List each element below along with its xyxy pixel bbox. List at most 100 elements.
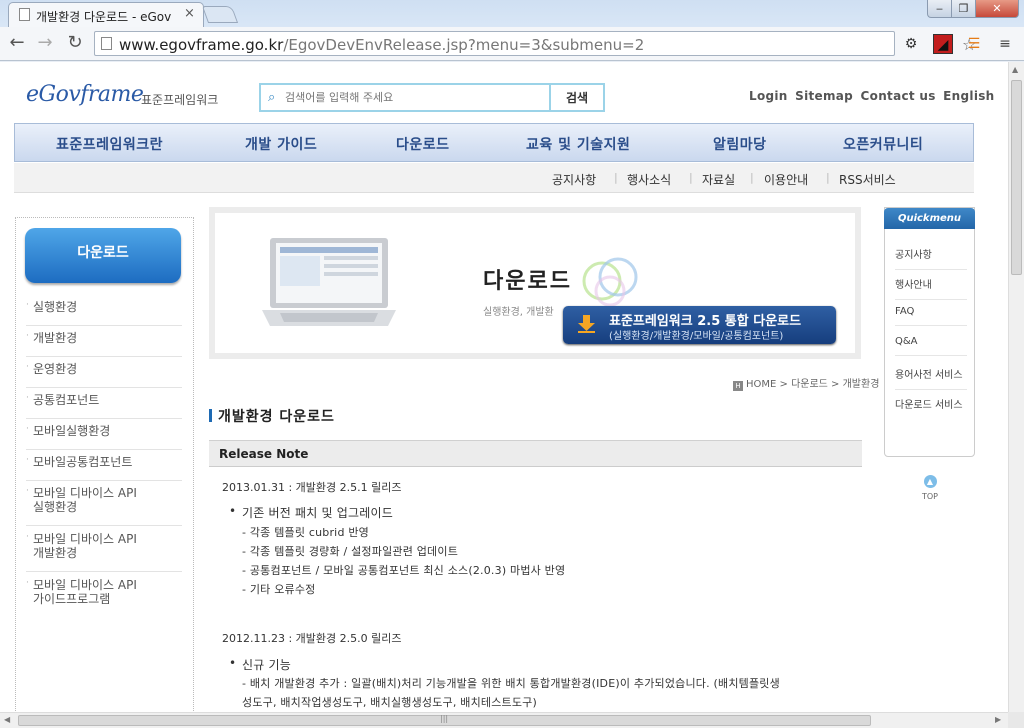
maximize-button[interactable]: ❐ [951, 0, 976, 18]
home-icon[interactable]: H [733, 381, 743, 391]
search-box: ⌕ 검색 [259, 83, 605, 112]
download-arrow-icon [578, 315, 595, 333]
minimize-button[interactable]: ‒ [927, 0, 952, 18]
subnav-archive[interactable]: 자료실 [702, 171, 735, 188]
subnav-rss[interactable]: RSS서비스 [839, 171, 896, 188]
web-page: eGovframe 표준프레임워크 ⌕ 검색 Login Sitemap Con… [0, 62, 1008, 712]
bullet-icon: · [26, 362, 29, 372]
nav-download[interactable]: 다운로드 [396, 134, 450, 154]
tab-strip: 개발환경 다운로드 - eGov × ‒ ❐ ✕ [0, 0, 1024, 27]
sidebar-item-runtime[interactable]: · 실행환경 [26, 300, 182, 326]
bullet-icon: · [26, 578, 29, 588]
sidebar-item-device-devenv[interactable]: · 모바일 디바이스 API 개발환경 [26, 532, 182, 572]
banner-title: 다운로드 [483, 269, 572, 294]
sidebar-item-mobile-common[interactable]: · 모바일공통컴포넌트 [26, 455, 182, 481]
laptop-image [262, 238, 396, 326]
page-title: 개발환경 다운로드 [209, 406, 335, 426]
contact-link[interactable]: Contact us [861, 89, 936, 103]
bullet-icon: · [26, 532, 29, 542]
divider: | [689, 171, 693, 184]
release-line: - 배치 개발환경 추가 : 일괄(배치)처리 기능개발을 위한 배치 통합개발… [242, 677, 780, 690]
extension-icon[interactable]: ◢ [933, 34, 953, 54]
quick-item-glossary[interactable]: 용어사전 서비스 [895, 366, 967, 390]
sidebar-title: 다운로드 [25, 228, 181, 283]
vertical-scroll-thumb[interactable] [1011, 80, 1022, 275]
browser-chrome: 개발환경 다운로드 - eGov × ‒ ❐ ✕ ← → ↻ www.egovf… [0, 0, 1024, 62]
scroll-left-icon[interactable]: ◀ [4, 715, 10, 724]
download-button-subtitle: (실행환경/개발환경/모바일/공통컴포넌트) [609, 331, 784, 342]
utility-links: Login Sitemap Contact us English [749, 89, 998, 103]
integrated-download-button[interactable]: 표준프레임워크 2.5 통합 다운로드 (실행환경/개발환경/모바일/공통컴포넌… [563, 306, 836, 344]
address-bar[interactable]: www.egovframe.go.kr/EgovDevEnvRelease.js… [94, 31, 976, 56]
new-tab-button[interactable] [201, 6, 239, 23]
bullet-icon: · [26, 331, 29, 341]
scroll-right-icon[interactable]: ▶ [995, 715, 1001, 724]
release-date: 2012.11.23 : 개발환경 2.5.0 릴리즈 [222, 632, 402, 645]
page-title-text: 개발환경 다운로드 [218, 409, 335, 425]
browser-toolbar: ← → ↻ www.egovframe.go.kr/EgovDevEnvRele… [0, 27, 1024, 61]
gear-icon[interactable]: ⚙ [901, 34, 921, 54]
login-link[interactable]: Login [749, 89, 788, 103]
scroll-up-icon[interactable]: ▲ [1012, 65, 1018, 74]
bullet-icon: · [26, 424, 29, 434]
site-logo[interactable]: eGovframe 표준프레임워크 [26, 82, 218, 107]
subnav-guide[interactable]: 이용안내 [764, 171, 808, 188]
title-bar-icon [209, 409, 212, 422]
release-date: 2013.01.31 : 개발환경 2.5.1 릴리즈 [222, 481, 402, 494]
forward-arrow-icon[interactable]: → [34, 32, 56, 54]
scroll-grip-icon: ||| [440, 714, 449, 723]
url-path: /EgovDevEnvRelease.jsp?menu=3&submenu=2 [283, 36, 645, 54]
search-input[interactable] [285, 88, 545, 107]
sidebar-item-ops[interactable]: · 운영환경 [26, 362, 182, 388]
left-sidebar: 다운로드 · 실행환경 · 개발환경 · 운영환경 · 공통컴포넌트 · 모바일실행환경 … [15, 217, 194, 712]
search-button[interactable]: 검색 [549, 85, 603, 110]
reload-icon[interactable]: ↻ [64, 32, 86, 54]
quick-item-faq[interactable]: FAQ [895, 306, 967, 326]
quick-item-events[interactable]: 행사안내 [895, 276, 967, 300]
bullet-icon: · [26, 393, 29, 403]
sidebar-item-device-runtime[interactable]: · 모바일 디바이스 API 실행환경 [26, 486, 182, 526]
release-note-header: Release Note [209, 440, 862, 467]
tab-close-icon[interactable]: × [184, 6, 195, 21]
sidebar-item-common[interactable]: · 공통컴포넌트 [26, 393, 182, 419]
english-link[interactable]: English [943, 89, 994, 103]
subnav-events[interactable]: 행사소식 [627, 171, 671, 188]
sitemap-link[interactable]: Sitemap [795, 89, 853, 103]
subnav-notice[interactable]: 공지사항 [552, 171, 596, 188]
logo-text: eGovframe [26, 82, 144, 107]
nav-education[interactable]: 교육 및 기술지원 [526, 134, 630, 154]
release-line: - 기타 오류수정 [242, 583, 316, 596]
horizontal-scrollbar[interactable]: ◀ ||| ▶ [0, 712, 1008, 728]
quick-menu: Quickmenu 공지사항 행사안내 FAQ Q&A 용어사전 서비스 다운로… [884, 207, 975, 457]
sidebar-item-devenv[interactable]: · 개발환경 [26, 331, 182, 357]
vertical-scrollbar[interactable]: ▲ [1008, 62, 1024, 712]
sidebar-item-mobile-runtime[interactable]: · 모바일실행환경 [26, 424, 182, 450]
bullet-icon: • [229, 656, 237, 670]
sidebar-item-device-guide[interactable]: · 모바일 디바이스 API 가이드프로그램 [26, 578, 182, 618]
search-icon: ⌕ [268, 90, 276, 105]
close-window-button[interactable]: ✕ [975, 0, 1019, 18]
back-arrow-icon[interactable]: ← [6, 32, 28, 54]
top-button[interactable]: ▲ TOP [919, 475, 941, 502]
quick-item-qna[interactable]: Q&A [895, 336, 967, 356]
bullet-icon: · [26, 455, 29, 465]
bullet-icon: · [26, 300, 29, 310]
decorative-circles [582, 257, 638, 307]
nav-notice[interactable]: 알림마당 [713, 134, 767, 154]
browser-tab[interactable]: 개발환경 다운로드 - eGov × [8, 2, 204, 27]
quick-item-notice[interactable]: 공지사항 [895, 246, 967, 270]
nav-about[interactable]: 표준프레임워크란 [56, 134, 163, 154]
menu-icon[interactable]: ≡ [995, 34, 1015, 54]
tab-title: 개발환경 다운로드 - eGov [36, 10, 172, 24]
nav-dev-guide[interactable]: 개발 가이드 [245, 134, 317, 154]
up-arrow-icon: ▲ [923, 475, 937, 488]
url-text[interactable]: www.egovframe.go.kr/EgovDevEnvRelease.js… [119, 36, 644, 54]
quick-item-download[interactable]: 다운로드 서비스 [895, 396, 967, 419]
download-banner: 다운로드 실행환경, 개발환 표준프레임워크 2.5 통합 다운로드 (실행환경… [209, 207, 861, 359]
divider: | [614, 171, 618, 184]
release-line: - 각종 템플릿 cubrid 반영 [242, 526, 369, 539]
divider: | [750, 171, 754, 184]
rss-icon[interactable]: ☰ [964, 34, 984, 54]
release-line: - 각종 템플릿 경량화 / 설정파일관련 업데이트 [242, 545, 459, 558]
nav-community[interactable]: 오픈커뮤니티 [843, 134, 923, 154]
